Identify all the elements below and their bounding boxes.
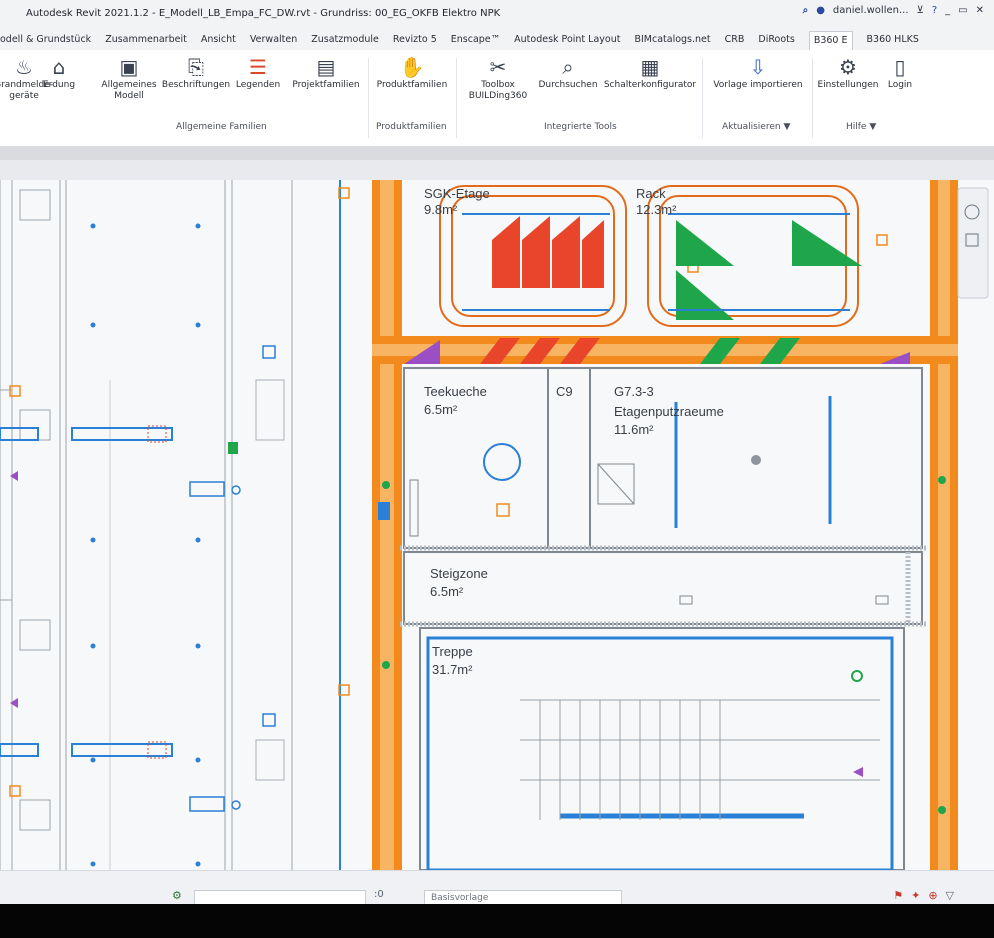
emergency-light (147, 425, 167, 759)
restore-button[interactable]: ▭ (958, 5, 967, 16)
allgemeines-modell-button[interactable]: ▣ Allgemeines Modell (96, 54, 162, 102)
hatched-walls (400, 545, 926, 627)
room-sgk-name: SGK-Etage (424, 186, 490, 201)
room-steigzone-name: Steigzone (430, 566, 488, 581)
green-device (228, 442, 238, 454)
ribbon-tab-1[interactable]: Zusammenarbeit (105, 34, 187, 50)
ribbon-tab-10[interactable]: DiRoots (758, 34, 794, 50)
minimize-button[interactable]: _ (945, 5, 950, 16)
binoculars-icon[interactable]: ⌕ (803, 5, 809, 16)
legenden-button[interactable]: ☰ Legenden (228, 54, 288, 91)
help-icon[interactable]: ? (932, 5, 937, 16)
beschriftungen-button[interactable]: ⎘ Beschriftungen (160, 54, 232, 91)
cart-icon[interactable]: ⊻ (917, 5, 924, 16)
group-produktfamilien: Produktfamilien (376, 122, 447, 132)
durchsuchen-button[interactable]: ⌕ Durchsuchen (530, 54, 606, 91)
room-g73-name: G7.3-3 (614, 384, 654, 399)
ribbon-panel: ♨ Brandmelde- geräte ⌂ Erdung ▣ Allgemeines… (0, 50, 994, 147)
projektfamilien-button[interactable]: ▤ Projektfamilien (286, 54, 366, 91)
workset-icon[interactable]: ⚙ (172, 889, 182, 902)
tools-icon: ✂ (489, 55, 507, 79)
view-tab-strip (0, 146, 994, 180)
room-teekueche-name: Teekueche (424, 384, 487, 399)
filter-icon[interactable]: ▽ (946, 889, 954, 902)
group-integrierte-tools: Integrierte Tools (544, 122, 617, 132)
close-button[interactable]: ✕ (976, 5, 984, 16)
status-icons: ⚑ ✦ ⊕ ▽ (893, 889, 954, 902)
schalterkonfigurator-button[interactable]: ▦ Schalterkonfigurator (602, 54, 698, 91)
tag-icon: ⎘ (188, 55, 204, 79)
sgk-stripes (462, 213, 610, 311)
editable-icon[interactable]: :0 (374, 889, 384, 900)
toolbox-button[interactable]: ✂ Toolbox BUILDing360 (460, 54, 536, 102)
navigation-bar[interactable] (957, 187, 989, 299)
drawing-canvas[interactable]: SGK-Etage 9.8m² Rack 12.3m² Teekueche 6.… (0, 180, 994, 870)
ribbon-tab-5[interactable]: Revizto 5 (393, 34, 437, 50)
family-icon: ▤ (316, 55, 336, 79)
group-allgemeine-familien: Allgemeine Familien (176, 122, 267, 132)
ribbon-separator (456, 58, 457, 138)
erdung-button[interactable]: ⌂ Erdung (34, 54, 84, 91)
rack-triangles (668, 213, 862, 320)
switch-grid-icon: ▦ (640, 55, 660, 79)
login-button[interactable]: ▯ Login (872, 54, 928, 91)
ribbon-separator (368, 58, 369, 138)
room-c9-name: C9 (556, 384, 573, 399)
cube-icon: ▣ (119, 55, 139, 79)
legend-icon: ☰ (249, 55, 267, 79)
stair-steps (520, 699, 880, 820)
produktfamilien-button[interactable]: ✋ Produktfamilien (372, 54, 452, 91)
phone-icon: ▯ (894, 55, 906, 79)
room-g73-area: 11.6m² (614, 422, 654, 437)
title-bar: Autodesk Revit 2021.1.2 - E_Modell_LB_Em… (0, 0, 994, 31)
pin-icon[interactable]: ✦ (911, 889, 920, 902)
vorlage-importieren-button[interactable]: ⇩ Vorlage importieren (706, 54, 810, 91)
left-core (255, 379, 285, 781)
hands-icon: ✋ (399, 55, 425, 79)
import-icon: ⇩ (749, 55, 767, 79)
group-hilfe: Hilfe ▼ (846, 122, 877, 132)
status-bar: ⚙ :0 Basisvorlage ⚑ ✦ ⊕ ▽ (0, 870, 994, 906)
room-rack-area: 12.3m² (636, 202, 677, 217)
room-sgk-area: 9.8m² (424, 202, 458, 217)
window-title: Autodesk Revit 2021.1.2 - E_Modell_LB_Em… (26, 8, 501, 19)
user-name[interactable]: daniel.wollen... (833, 5, 909, 16)
view-tab-strip-bottom (0, 160, 994, 180)
room-g73-label: Etagenputzraeume (614, 404, 724, 419)
orange-devices (9, 187, 888, 797)
ribbon-tab-7[interactable]: Autodesk Point Layout (514, 34, 620, 50)
title-bar-right: ⌕ ● daniel.wollen... ⊻ ? _ ▭ ✕ (803, 5, 984, 16)
ribbon-tab-9[interactable]: CRB (725, 34, 745, 50)
ribbon-tab-bar: odell & Grundstück Zusammenarbeit Ansicht V… (0, 30, 994, 51)
room-devices (378, 396, 946, 814)
ribbon-tab-12[interactable]: B360 HLKS (867, 34, 919, 50)
house-icon: ⌂ (52, 55, 66, 79)
ceiling-lights (90, 223, 201, 867)
cable-trays (372, 180, 958, 870)
link-icon[interactable]: ⚑ (893, 889, 903, 902)
ribbon-tab-8[interactable]: BIMcatalogs.net (634, 34, 710, 50)
ribbon-tab-6[interactable]: Enscape™ (451, 34, 500, 50)
ribbon-tab-4[interactable]: Zusatzmodule (311, 34, 379, 50)
ribbon-tab-11[interactable]: B360 E (808, 31, 853, 50)
ribbon-tab-2[interactable]: Ansicht (201, 34, 236, 50)
room-walls (403, 367, 923, 870)
screen-border (0, 904, 994, 938)
room-treppe-name: Treppe (432, 644, 473, 659)
room-rack-name: Rack (636, 186, 666, 201)
ribbon-separator (702, 58, 703, 138)
room-steigzone-area: 6.5m² (430, 584, 464, 599)
select-icon[interactable]: ⊕ (928, 889, 937, 902)
ribbon-tab-0[interactable]: odell & Grundstück (0, 34, 91, 50)
floor-plan[interactable]: SGK-Etage 9.8m² Rack 12.3m² Teekueche 6.… (0, 180, 994, 870)
user-icon[interactable]: ● (816, 5, 825, 16)
ribbon-tabs: odell & Grundstück Zusammenarbeit Ansicht V… (0, 31, 919, 50)
group-aktualisieren: Aktualisieren ▼ (722, 122, 791, 132)
room-teekueche-area: 6.5m² (424, 402, 458, 417)
room-treppe-area: 31.7m² (432, 662, 473, 677)
ribbon-tab-3[interactable]: Verwalten (250, 34, 297, 50)
fixtures (0, 427, 173, 757)
search-icon: ⌕ (562, 55, 574, 79)
left-walls (0, 180, 341, 870)
